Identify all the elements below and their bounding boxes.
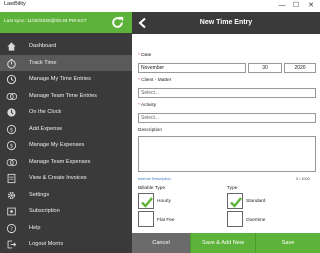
type-label: Type xyxy=(227,186,238,191)
sidebar-item-label: Add Expense xyxy=(29,125,63,132)
help-icon: ? xyxy=(6,223,17,233)
sidebar-nav: Dashboard Track Time Manage My Time Entr… xyxy=(0,38,132,253)
sidebar-item-manage-team-time[interactable]: Manage Team Time Entries xyxy=(0,88,132,105)
date-label: * Date xyxy=(138,53,152,58)
sidebar-item-on-the-clock[interactable]: On the Clock xyxy=(0,104,132,121)
time-entry-form: * Date November 30 2020 * Client - Matte… xyxy=(132,12,320,233)
sidebar-item-label: Help xyxy=(29,224,41,231)
stopwatch-icon xyxy=(7,58,16,68)
svg-text:$: $ xyxy=(10,127,14,133)
svg-text:$: $ xyxy=(10,144,14,150)
sidebar-item-settings[interactable]: Settings xyxy=(0,187,132,204)
hourly-label: Hourly xyxy=(157,199,171,204)
sidebar-item-manage-my-expenses[interactable]: $ Manage My Expenses xyxy=(0,137,132,154)
sidebar-item-invoices[interactable]: View & Create Invoices xyxy=(0,170,132,187)
add-dollar-icon: $ xyxy=(6,124,17,134)
activity-select[interactable]: Select... xyxy=(138,113,316,123)
activity-label: * Activity xyxy=(138,103,157,108)
subscription-icon xyxy=(7,207,16,216)
internal-description-link[interactable]: Internal Description xyxy=(138,177,171,181)
sidebar-item-help[interactable]: ? Help xyxy=(0,220,132,237)
save-button[interactable]: Save xyxy=(256,233,320,253)
flat-fee-checkbox[interactable] xyxy=(138,211,154,227)
description-label: Description xyxy=(138,128,162,133)
sidebar-item-manage-team-expenses[interactable]: Manage Team Expenses xyxy=(0,154,132,171)
team-clock-icon xyxy=(6,92,17,100)
sidebar-item-label: Manage Team Expenses xyxy=(29,158,91,165)
logout-icon xyxy=(7,240,17,249)
close-window-button[interactable]: ✕ xyxy=(304,0,318,12)
billable-type-label: Billable Type xyxy=(138,186,166,191)
checkmark-icon xyxy=(230,197,242,208)
flat-fee-label: Flat Fee xyxy=(157,218,175,223)
sidebar-item-add-expense[interactable]: $ Add Expense xyxy=(0,121,132,138)
refresh-icon[interactable] xyxy=(110,15,125,30)
checkmark-icon xyxy=(141,197,153,208)
sidebar-item-label: On the Clock xyxy=(29,109,62,116)
date-month-select[interactable]: November xyxy=(138,63,246,73)
home-icon xyxy=(7,42,16,51)
sidebar-item-subscription[interactable]: Subscription xyxy=(0,203,132,220)
hourly-checkbox[interactable] xyxy=(138,193,154,209)
sidebar-item-label: Manage My Time Entries xyxy=(29,76,91,83)
description-textarea[interactable] xyxy=(138,136,316,172)
window-titlebar: LawBility — ☐ ✕ xyxy=(0,0,320,12)
team-dollar-icon xyxy=(6,158,17,166)
clock-icon xyxy=(6,74,17,85)
client-matter-label: * Client - Matter xyxy=(138,78,172,83)
sidebar-item-label: Track Time xyxy=(29,59,57,66)
sidebar-item-label: View & Create Invoices xyxy=(29,175,87,182)
client-matter-select[interactable]: Select... xyxy=(138,88,316,98)
sidebar-item-track-time[interactable]: Track Time xyxy=(0,54,132,71)
maximize-button[interactable]: ☐ xyxy=(289,0,303,12)
sidebar: Last sync: 11/30/2020@08:46 PM EST Dashb… xyxy=(0,12,132,253)
date-year-select[interactable]: 2020 xyxy=(284,63,316,73)
standard-checkbox[interactable] xyxy=(227,193,243,209)
description-char-count: 0 / 1000 xyxy=(296,177,310,181)
standard-label: Standard xyxy=(246,199,266,204)
gear-icon xyxy=(7,191,16,199)
overtime-checkbox[interactable] xyxy=(227,211,243,227)
sidebar-item-label: Subscription xyxy=(29,208,60,215)
sidebar-item-label: Settings xyxy=(29,191,50,198)
sidebar-item-label: Manage My Expenses xyxy=(29,142,85,149)
invoice-icon xyxy=(7,173,16,184)
cancel-button[interactable]: Cancel xyxy=(132,233,190,253)
sidebar-item-label: Manage Team Time Entries xyxy=(29,92,97,99)
date-day-select[interactable]: 30 xyxy=(248,63,282,73)
svg-text:?: ? xyxy=(10,226,13,232)
sidebar-item-label: Dashboard xyxy=(29,43,57,50)
last-sync-text: Last sync: 11/30/2020@08:46 PM EST xyxy=(4,19,87,24)
minimize-button[interactable]: — xyxy=(275,0,289,12)
save-and-add-new-button[interactable]: Save & Add New xyxy=(190,233,256,253)
sidebar-item-label: Logout Morris xyxy=(29,241,64,248)
sidebar-item-manage-my-time[interactable]: Manage My Time Entries xyxy=(0,71,132,88)
app-title: LawBility xyxy=(4,1,26,7)
timer-icon xyxy=(7,108,16,117)
sync-bar: Last sync: 11/30/2020@08:46 PM EST xyxy=(0,12,132,33)
dollar-icon: $ xyxy=(6,140,17,151)
sidebar-item-dashboard[interactable]: Dashboard xyxy=(0,38,132,55)
sidebar-item-logout[interactable]: Logout Morris xyxy=(0,236,132,253)
overtime-label: Overtime xyxy=(246,218,266,223)
